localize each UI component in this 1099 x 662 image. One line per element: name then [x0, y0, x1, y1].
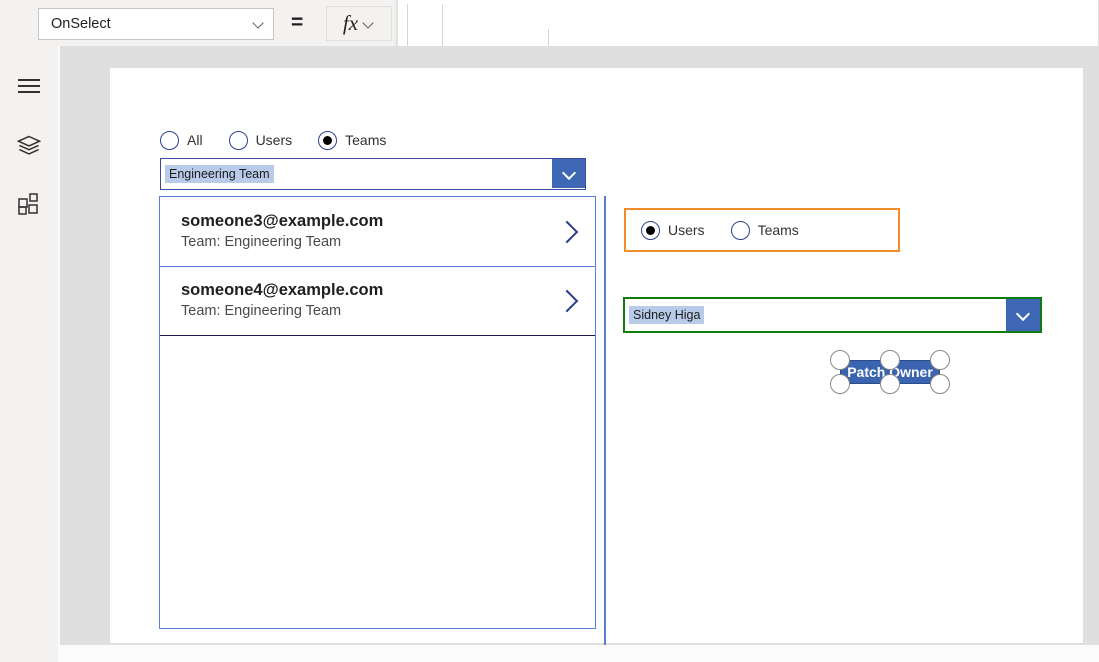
chevron-down-icon [1017, 309, 1029, 321]
radio-selected-icon [641, 220, 660, 240]
radio-unselected-icon [730, 220, 750, 240]
property-selector[interactable]: OnSelect [38, 8, 274, 40]
combobox-team-arrow[interactable] [552, 159, 585, 188]
grid-icon [18, 193, 40, 215]
resize-handle-bottom-right[interactable] [930, 374, 950, 394]
resize-handle-top-left[interactable] [830, 350, 850, 370]
app-root: OnSelect = fx Patch( Accounts, Gallery1.… [0, 0, 1099, 662]
sidebar-item-tree-view[interactable] [13, 129, 45, 161]
sidebar-item-menu[interactable] [13, 70, 45, 102]
gallery-item-title: someone4@example.com [181, 281, 384, 299]
left-rail [0, 46, 58, 662]
app-screen: All Users Teams Engineering Team someone3@… [110, 68, 1083, 645]
gallery-item[interactable]: someone3@example.com Team: Engineering Te… [159, 196, 596, 267]
radio-group-filter[interactable]: All Users Teams [160, 122, 560, 158]
chevron-down-icon [253, 18, 265, 30]
owner-radio-option[interactable]: Users [641, 220, 705, 240]
combobox-team-chip: Engineering Team [165, 165, 274, 183]
radio-selected-icon [318, 130, 338, 150]
equals-sign: = [291, 11, 304, 34]
chevron-right-icon[interactable] [557, 288, 577, 314]
left-panel: All Users Teams Engineering Team someone3@… [159, 122, 597, 629]
panel-divider [604, 196, 606, 645]
radio-group-owner-type[interactable]: Users Teams [624, 208, 900, 252]
owner-radio-option[interactable]: Teams [730, 220, 799, 240]
canvas-backdrop: All Users Teams Engineering Team someone3@… [60, 46, 1099, 645]
filter-radio-label: All [187, 132, 203, 148]
resize-handle-bottom-center[interactable] [880, 374, 900, 394]
resize-handle-bottom-left[interactable] [830, 374, 850, 394]
layers-icon [16, 135, 42, 156]
owner-radio-label: Users [668, 222, 705, 238]
property-selector-value: OnSelect [51, 16, 111, 32]
chevron-down-icon [563, 168, 575, 180]
canvas-area: All Users Teams Engineering Team someone3@… [58, 46, 1099, 662]
gallery-item-subtitle: Team: Engineering Team [181, 234, 342, 250]
owner-radio-label: Teams [757, 222, 799, 238]
filter-radio-option[interactable]: Teams [318, 130, 387, 150]
filter-radio-option[interactable]: Users [228, 130, 293, 150]
resize-handle-top-center[interactable] [880, 350, 900, 370]
gallery-item-subtitle: Team: Engineering Team [181, 303, 342, 319]
right-panel: Users Teams Sidney Higa Patch Owner [623, 208, 1049, 394]
gallery-item-text: someone3@example.com Team: Engineering Te… [181, 211, 557, 252]
combobox-owner-chip: Sidney Higa [629, 306, 705, 324]
fx-icon: fx [342, 11, 359, 35]
gallery-control[interactable]: someone3@example.com Team: Engineering Te… [159, 196, 596, 629]
resize-handle-top-right[interactable] [930, 350, 950, 370]
combobox-owner[interactable]: Sidney Higa [623, 297, 1042, 333]
gallery-item-title: someone3@example.com [181, 212, 384, 230]
chevron-right-icon[interactable] [557, 219, 577, 245]
patch-owner-selection: Patch Owner [830, 350, 950, 394]
fx-button[interactable]: fx [326, 6, 392, 41]
gallery-item-text: someone4@example.com Team: Engineering Te… [181, 280, 557, 321]
radio-unselected-icon [228, 130, 248, 150]
filter-radio-option[interactable]: All [160, 130, 203, 150]
combobox-owner-arrow[interactable] [1006, 299, 1040, 331]
sidebar-item-insert[interactable] [13, 188, 45, 220]
chevron-down-icon [363, 18, 375, 30]
gallery-item[interactable]: someone4@example.com Team: Engineering Te… [160, 266, 595, 336]
filter-radio-label: Teams [345, 132, 387, 148]
radio-unselected-icon [160, 130, 179, 150]
combobox-team[interactable]: Engineering Team [160, 158, 586, 190]
hamburger-icon [18, 79, 40, 93]
filter-radio-label: Users [255, 132, 293, 148]
